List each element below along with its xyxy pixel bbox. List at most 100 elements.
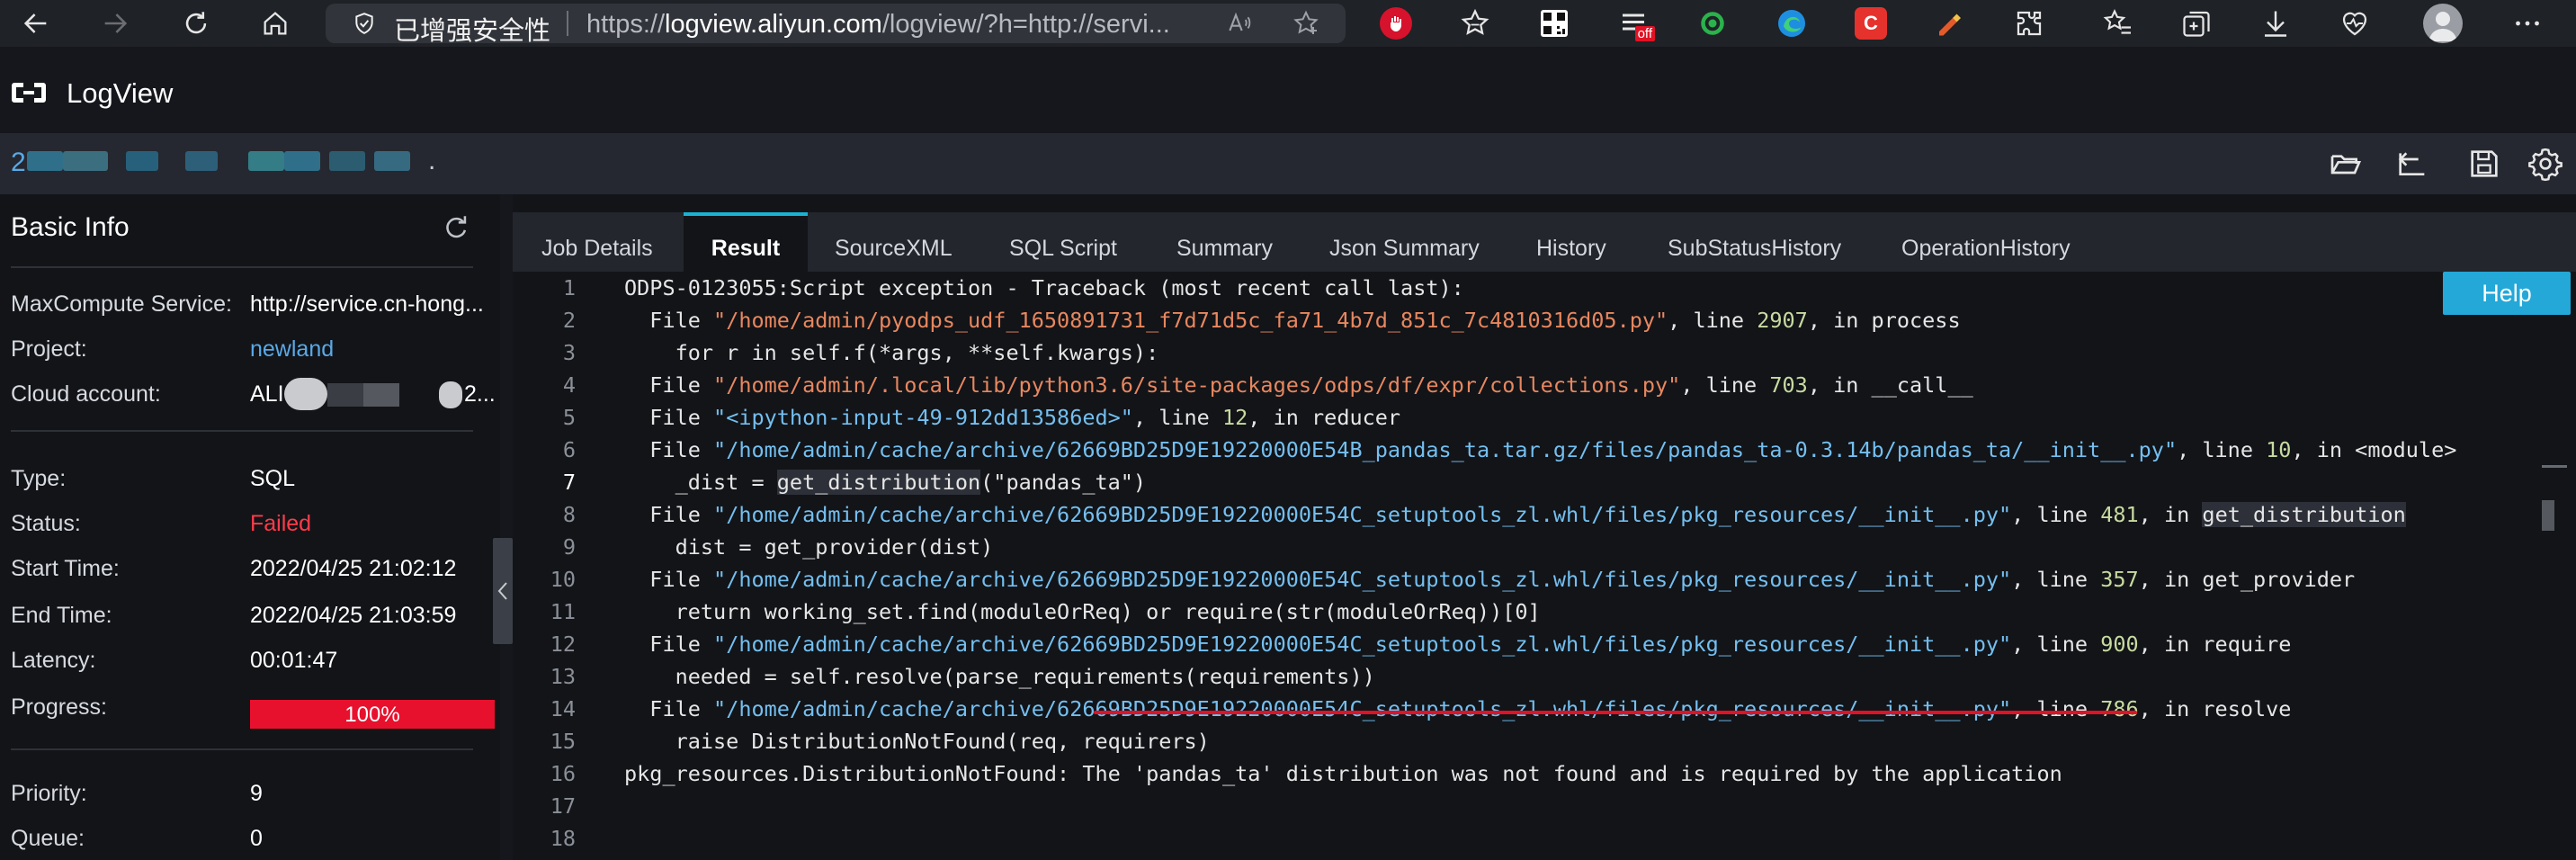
collections-icon[interactable]: [2180, 7, 2213, 40]
code-segment: pkg_resources.DistributionNotFound: The …: [624, 761, 2062, 786]
basic-info-title: Basic Info: [11, 212, 130, 242]
code-segment: File: [624, 372, 714, 398]
label-project: Project:: [11, 336, 87, 362]
profile-avatar[interactable]: [2423, 4, 2463, 43]
tab-result[interactable]: Result: [684, 212, 808, 272]
code-text: File "/home/admin/cache/archive/62669BD2…: [624, 693, 2291, 725]
progress-text: 100%: [344, 703, 400, 727]
add-favorite-icon[interactable]: [1292, 9, 1320, 38]
code-segment: File: [624, 567, 714, 592]
value-latency: 00:01:47: [250, 648, 338, 673]
favorites-list-icon[interactable]: [2101, 7, 2133, 40]
extension-off-icon[interactable]: off: [1617, 7, 1655, 41]
value-start-time: 2022/04/25 21:02:12: [250, 556, 457, 581]
edge-icon[interactable]: [1775, 7, 1808, 40]
code-line: 7 _dist = get_distribution("pandas_ta"): [513, 466, 2576, 498]
code-line: 12 File "/home/admin/cache/archive/62669…: [513, 628, 2576, 660]
code-line: 5 File "<ipython-input-49-912dd13586ed>"…: [513, 401, 2576, 434]
code-segment: "/home/admin/cache/archive/62669BD25D9E1…: [713, 437, 2178, 462]
code-segment: , line: [2011, 567, 2101, 592]
home-button[interactable]: [255, 4, 295, 43]
favorites-star-icon[interactable]: [1459, 7, 1491, 40]
help-button[interactable]: Help: [2443, 272, 2571, 315]
line-number: 15: [550, 729, 576, 754]
code-segment: dist = get_provider(dist): [624, 534, 994, 560]
line-number: 11: [550, 599, 576, 624]
scrollbar-thumb[interactable]: [2542, 500, 2554, 531]
tab-sql-script[interactable]: SQL Script: [1009, 212, 1117, 272]
url-text[interactable]: https://logview.aliyun.com/logview/?h=ht…: [586, 10, 1170, 40]
code-segment: File: [624, 308, 714, 333]
tab-history[interactable]: History: [1536, 212, 1606, 272]
url-prefix: https://: [586, 10, 666, 39]
project-link[interactable]: newland: [250, 336, 334, 363]
downloads-icon[interactable]: [2259, 7, 2292, 40]
code-segment: , in <module>: [2291, 437, 2457, 462]
browser-essentials-icon[interactable]: [2339, 7, 2371, 40]
forward-button[interactable]: [95, 4, 135, 43]
code-segment: for r in self.f(*args, **self.kwargs):: [624, 340, 1159, 365]
user-icon: [2428, 12, 2457, 41]
tab-summary[interactable]: Summary: [1176, 212, 1273, 272]
settings-gear-icon[interactable]: [2527, 146, 2563, 182]
code-segment: 2907: [1757, 308, 1808, 333]
brush-extension-icon[interactable]: [1934, 7, 1966, 40]
code-segment: File: [624, 696, 714, 721]
reload-icon: [185, 12, 207, 34]
code-segment: ("pandas_ta"): [980, 470, 1147, 495]
status-badge: Failed: [250, 511, 312, 536]
address-bar[interactable]: 已增强安全性 https://logview.aliyun.com/logvie…: [326, 4, 1346, 46]
save-icon[interactable]: [2466, 146, 2502, 182]
gear-extension-icon[interactable]: [1696, 7, 1729, 40]
off-badge: off: [1634, 26, 1655, 41]
account-redacted: [439, 381, 462, 408]
read-aloud-icon[interactable]: [1225, 9, 1254, 38]
open-folder-icon[interactable]: [2328, 146, 2364, 182]
scrollbar-marker: [2542, 465, 2567, 468]
code-line: 9 dist = get_provider(dist): [513, 531, 2576, 563]
qr-code-icon[interactable]: [1538, 7, 1570, 40]
arrow-right-icon: [104, 13, 128, 33]
back-button[interactable]: [16, 4, 56, 43]
line-number: 2: [562, 308, 576, 333]
code-text: dist = get_provider(dist): [624, 531, 994, 563]
line-number: 16: [550, 761, 576, 786]
code-text: File "/home/admin/cache/archive/62669BD2…: [624, 628, 2291, 660]
code-segment: 703: [1769, 372, 1808, 398]
code-segment: File: [624, 502, 714, 527]
extensions-puzzle-icon[interactable]: [2013, 7, 2045, 40]
code-segment: File: [624, 632, 714, 657]
tab-operationhistory[interactable]: OperationHistory: [1901, 212, 2071, 272]
value-priority: 9: [250, 781, 263, 806]
code-segment: 786: [2100, 696, 2139, 721]
tab-json-summary[interactable]: Json Summary: [1329, 212, 1480, 272]
value-queue: 0: [250, 826, 263, 851]
result-code-view[interactable]: 1 ODPS-0123055:Script exception - Traceba…: [513, 272, 2576, 860]
reload-button[interactable]: [176, 4, 216, 43]
line-number: 6: [562, 437, 576, 462]
line-number: 7: [562, 470, 576, 495]
line-number: 18: [550, 826, 576, 851]
code-segment: "/home/admin/cache/archive/62669BD25D9E1…: [713, 567, 2012, 592]
collapse-sidebar-handle[interactable]: [493, 538, 513, 644]
tab-job-details[interactable]: Job Details: [541, 212, 653, 272]
code-text: needed = self.resolve(parse_requirements…: [624, 660, 1375, 693]
code-segment: , in: [2138, 502, 2203, 527]
line-number: 12: [550, 632, 576, 657]
code-line: 2 File "/home/admin/pyodps_udf_165089173…: [513, 304, 2576, 336]
code-segment: "/home/admin/cache/archive/62669BD25D9E1…: [713, 502, 2012, 527]
code-line: 14 File "/home/admin/cache/archive/62669…: [513, 693, 2576, 725]
refresh-icon[interactable]: [441, 212, 471, 243]
code-segment: , line: [1132, 405, 1222, 430]
code-segment: "/home/admin/.local/lib/python3.6/site-p…: [713, 372, 1681, 398]
app-title: LogView: [67, 77, 174, 109]
back-return-icon[interactable]: [2394, 146, 2430, 182]
code-text: File "<ipython-input-49-912dd13586ed>", …: [624, 401, 1400, 434]
tab-sourcexml[interactable]: SourceXML: [835, 212, 953, 272]
more-menu-icon[interactable]: [2511, 7, 2544, 40]
code-segment: , in resolve: [2138, 696, 2292, 721]
c-extension-icon[interactable]: C: [1855, 7, 1887, 40]
adblock-extension-icon[interactable]: [1380, 7, 1412, 40]
line-number: 1: [562, 275, 576, 300]
tab-substatushistory[interactable]: SubStatusHistory: [1668, 212, 1841, 272]
